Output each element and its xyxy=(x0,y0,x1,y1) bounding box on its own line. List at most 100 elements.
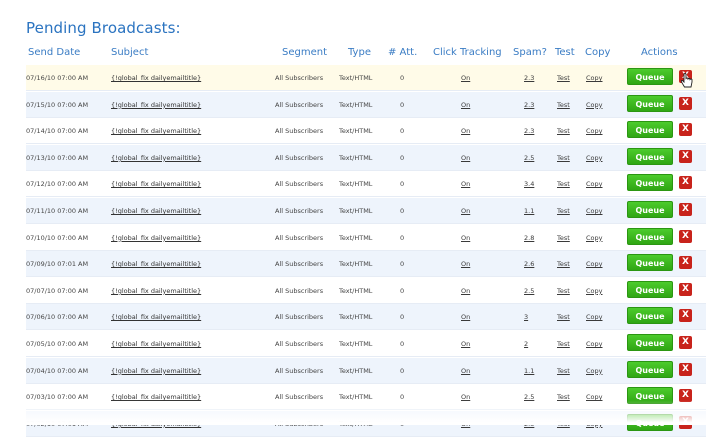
subject-link[interactable]: {!global_fix dailyemailtitle} xyxy=(111,180,201,188)
copy-link[interactable]: Copy xyxy=(586,101,603,109)
delete-button[interactable]: X xyxy=(679,282,692,296)
subject-link[interactable]: {!global_fix dailyemailtitle} xyxy=(111,127,201,135)
copy-link[interactable]: Copy xyxy=(586,313,603,321)
test-link[interactable]: Test xyxy=(557,340,570,348)
spam-score-link[interactable]: 2.3 xyxy=(524,74,534,82)
click-tracking-link[interactable]: On xyxy=(461,74,470,82)
spam-score-link[interactable]: 2.5 xyxy=(524,154,534,162)
copy-link[interactable]: Copy xyxy=(586,74,603,82)
queue-button[interactable]: Queue xyxy=(627,174,673,192)
spam-score-link[interactable]: 2 xyxy=(524,340,528,348)
queue-button[interactable]: Queue xyxy=(627,334,673,351)
test-link[interactable]: Test xyxy=(557,180,570,188)
col-segment[interactable]: Segment xyxy=(282,47,327,58)
copy-link[interactable]: Copy xyxy=(586,207,603,215)
subject-link[interactable]: {!global_fix dailyemailtitle} xyxy=(111,313,201,321)
delete-button[interactable]: X xyxy=(679,309,692,323)
test-link[interactable]: Test xyxy=(557,154,570,162)
spam-score-link[interactable]: 2.5 xyxy=(524,287,534,295)
test-link[interactable]: Test xyxy=(557,101,570,109)
delete-button[interactable]: X xyxy=(679,123,692,137)
subject-link[interactable]: {!global_fix dailyemailtitle} xyxy=(111,234,201,242)
copy-link[interactable]: Copy xyxy=(586,154,603,162)
queue-button[interactable]: Queue xyxy=(627,201,673,218)
col-type[interactable]: Type xyxy=(348,47,371,58)
copy-link[interactable]: Copy xyxy=(586,180,603,188)
queue-button[interactable]: Queue xyxy=(627,280,673,298)
spam-score-link[interactable]: 1.1 xyxy=(524,207,534,215)
click-tracking-link[interactable]: On xyxy=(461,367,470,375)
delete-button[interactable]: X xyxy=(679,389,692,403)
test-link[interactable]: Test xyxy=(557,287,570,295)
copy-link[interactable]: Copy xyxy=(586,287,603,295)
copy-link[interactable]: Copy xyxy=(586,234,603,242)
delete-button[interactable]: X xyxy=(679,176,692,190)
copy-link[interactable]: Copy xyxy=(586,340,603,348)
click-tracking-link[interactable]: On xyxy=(461,234,470,242)
subject-link[interactable]: {!global_fix dailyemailtitle} xyxy=(111,101,201,109)
queue-button[interactable]: Queue xyxy=(627,147,673,165)
subject-link[interactable]: {!global_fix dailyemailtitle} xyxy=(111,260,201,268)
subject-link[interactable]: {!global_fix dailyemailtitle} xyxy=(111,367,201,375)
copy-link[interactable]: Copy xyxy=(586,127,603,135)
delete-button[interactable]: X xyxy=(679,203,692,216)
copy-link[interactable]: Copy xyxy=(586,393,603,401)
queue-button[interactable]: Queue xyxy=(627,254,673,272)
test-link[interactable]: Test xyxy=(557,420,570,428)
col-send-date[interactable]: Send Date xyxy=(28,47,80,58)
test-link[interactable]: Test xyxy=(557,393,570,401)
queue-button[interactable]: Queue xyxy=(627,227,673,245)
test-link[interactable]: Test xyxy=(557,127,570,135)
click-tracking-link[interactable]: On xyxy=(461,393,470,401)
subject-link[interactable]: {!global_fix dailyemailtitle} xyxy=(111,420,201,428)
queue-button[interactable]: Queue xyxy=(627,68,673,85)
delete-button[interactable]: X xyxy=(679,336,692,349)
spam-score-link[interactable]: 2.3 xyxy=(524,101,534,109)
spam-score-link[interactable]: 2.5 xyxy=(524,393,534,401)
click-tracking-link[interactable]: On xyxy=(461,207,470,215)
subject-link[interactable]: {!global_fix dailyemailtitle} xyxy=(111,393,201,401)
subject-link[interactable]: {!global_fix dailyemailtitle} xyxy=(111,340,201,348)
queue-button[interactable]: Queue xyxy=(627,413,673,431)
spam-score-link[interactable]: 3.4 xyxy=(524,180,534,188)
col-attachments[interactable]: # Att. xyxy=(388,47,417,58)
col-click-tracking[interactable]: Click Tracking xyxy=(433,47,502,58)
click-tracking-link[interactable]: On xyxy=(461,154,470,162)
test-link[interactable]: Test xyxy=(557,234,570,242)
delete-button[interactable]: X xyxy=(679,362,692,376)
test-link[interactable]: Test xyxy=(557,367,570,375)
col-subject[interactable]: Subject xyxy=(111,47,148,58)
spam-score-link[interactable]: 2.8 xyxy=(524,234,534,242)
queue-button[interactable]: Queue xyxy=(627,121,673,139)
spam-score-link[interactable]: 2.3 xyxy=(524,127,534,135)
delete-button[interactable]: X xyxy=(679,96,692,110)
spam-score-link[interactable]: 1.1 xyxy=(524,367,534,375)
queue-button[interactable]: Queue xyxy=(627,387,673,405)
delete-button[interactable]: X xyxy=(679,415,692,429)
test-link[interactable]: Test xyxy=(557,207,570,215)
click-tracking-link[interactable]: On xyxy=(461,287,470,295)
test-link[interactable]: Test xyxy=(557,260,570,268)
delete-button[interactable]: X xyxy=(679,229,692,243)
subject-link[interactable]: {!global_fix dailyemailtitle} xyxy=(111,287,201,295)
click-tracking-link[interactable]: On xyxy=(461,180,470,188)
col-spam[interactable]: Spam? xyxy=(513,47,547,58)
test-link[interactable]: Test xyxy=(557,313,570,321)
subject-link[interactable]: {!global_fix dailyemailtitle} xyxy=(111,74,201,82)
copy-link[interactable]: Copy xyxy=(586,420,603,428)
click-tracking-link[interactable]: On xyxy=(461,260,470,268)
spam-score-link[interactable]: 2.5 xyxy=(524,420,534,428)
click-tracking-link[interactable]: On xyxy=(461,127,470,135)
queue-button[interactable]: Queue xyxy=(627,360,673,378)
click-tracking-link[interactable]: On xyxy=(461,101,470,109)
spam-score-link[interactable]: 2.6 xyxy=(524,260,534,268)
subject-link[interactable]: {!global_fix dailyemailtitle} xyxy=(111,207,201,215)
queue-button[interactable]: Queue xyxy=(627,307,673,325)
queue-button[interactable]: Queue xyxy=(627,94,673,112)
click-tracking-link[interactable]: On xyxy=(461,313,470,321)
test-link[interactable]: Test xyxy=(557,74,570,82)
copy-link[interactable]: Copy xyxy=(586,367,603,375)
click-tracking-link[interactable]: On xyxy=(461,420,470,428)
delete-button[interactable]: X xyxy=(679,256,692,270)
copy-link[interactable]: Copy xyxy=(586,260,603,268)
